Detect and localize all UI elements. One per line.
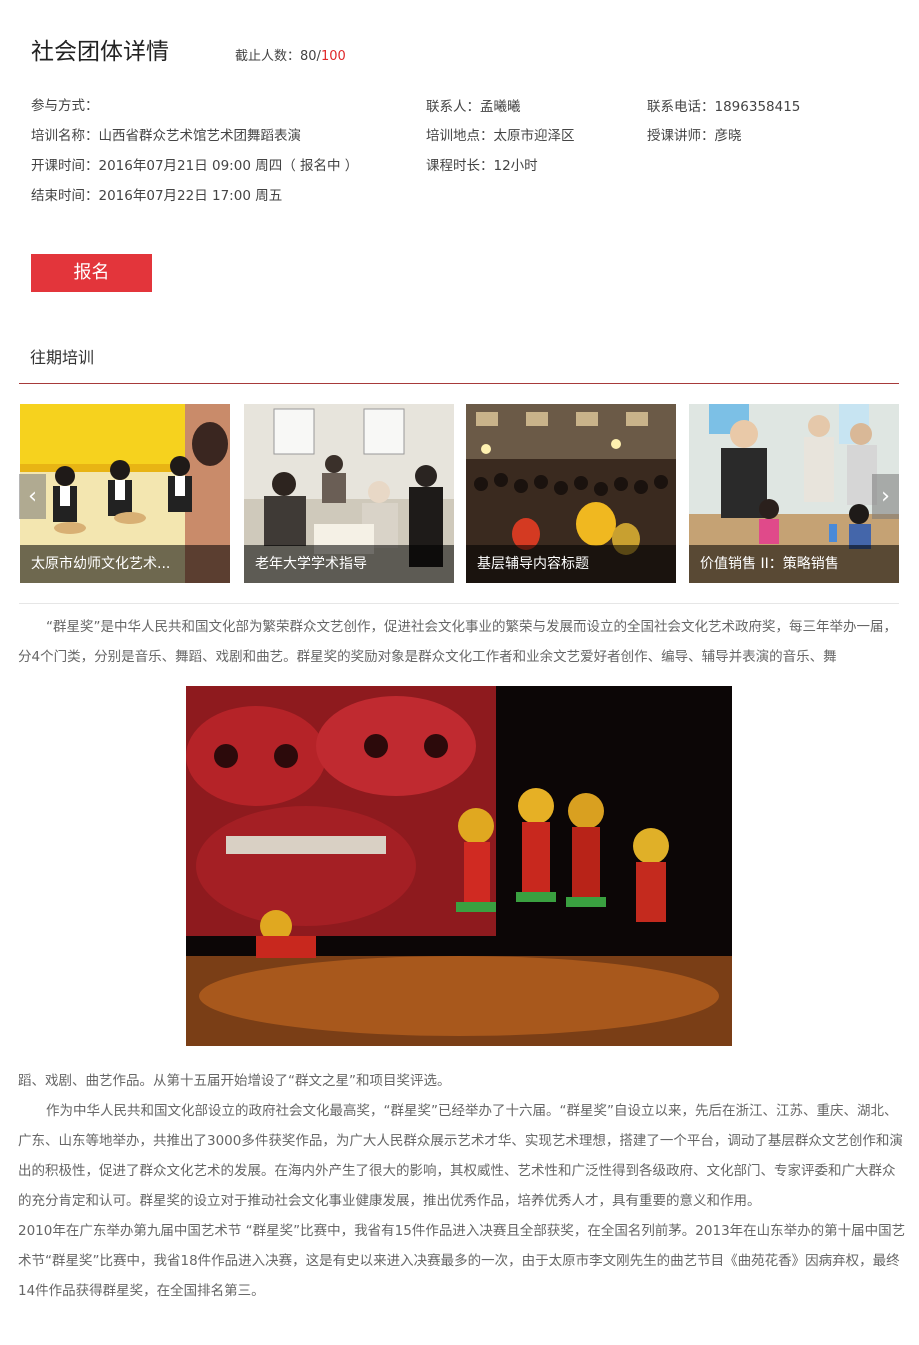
past-training-card[interactable]: 价值销售 II：策略销售 bbox=[689, 404, 899, 583]
past-training-card[interactable]: 老年大学学术指导 bbox=[244, 404, 454, 583]
carousel-prev-button[interactable]: ‹ bbox=[19, 474, 46, 519]
carousel-next-button[interactable]: › bbox=[872, 474, 899, 519]
capacity-indicator: 截止人数：80/100 bbox=[235, 47, 346, 67]
section-divider bbox=[19, 383, 899, 384]
card-caption: 价值销售 II：策略销售 bbox=[689, 545, 899, 583]
article-text: “群星奖”是中华人民共和国文化部为繁荣群众文艺创作，促进社会文化事业的繁荣与发展… bbox=[18, 619, 897, 665]
capacity-max: 100 bbox=[320, 49, 346, 64]
capacity-label: 截止人数： bbox=[235, 49, 301, 64]
instructor: 授课讲师：彦晓 bbox=[647, 128, 742, 144]
participation-mode: 参与方式： bbox=[31, 98, 99, 114]
contact-phone: 联系电话：1896358415 bbox=[647, 99, 801, 115]
article-text: 蹈、戏剧、曲艺作品。从第十五届开始增设了“群文之星”和项目奖评选。 bbox=[18, 1073, 451, 1089]
performance-photo bbox=[186, 686, 732, 1046]
training-name: 培训名称：山西省群众艺术馆艺术团舞蹈表演 bbox=[31, 128, 301, 144]
end-time: 结束时间：2016年07月22日 17:00 周五 bbox=[31, 188, 283, 204]
article-text: 作为中华人民共和国文化部设立的政府社会文化最高奖，“群星奖”已经举办了十六届。“… bbox=[18, 1103, 903, 1209]
article-text: 2010年在广东举办第九届中国艺术节 “群星奖”比赛中，我省有15件作品进入决赛… bbox=[18, 1223, 906, 1299]
card-caption: 太原市幼师文化艺术... bbox=[20, 545, 230, 583]
card-caption: 老年大学学术指导 bbox=[244, 545, 454, 583]
content-divider bbox=[19, 603, 899, 604]
article-body: 蹈、戏剧、曲艺作品。从第十五届开始增设了“群文之星”和项目奖评选。 作为中华人民… bbox=[18, 1066, 908, 1306]
signup-button[interactable]: 报名 bbox=[31, 254, 152, 292]
start-time: 开课时间：2016年07月21日 09:00 周四（ 报名中 ） bbox=[31, 158, 359, 174]
card-caption: 基层辅导内容标题 bbox=[466, 545, 676, 583]
past-trainings-title: 往期培训 bbox=[30, 348, 95, 367]
dance-performance-image bbox=[186, 686, 732, 1046]
capacity-current: 80/ bbox=[300, 49, 321, 64]
article-paragraph: “群星奖”是中华人民共和国文化部为繁荣群众文艺创作，促进社会文化事业的繁荣与发展… bbox=[18, 612, 908, 672]
past-training-card[interactable]: 太原市幼师文化艺术... bbox=[20, 404, 230, 583]
contact-person: 联系人：孟曦曦 bbox=[426, 99, 521, 115]
course-duration: 课程时长：12小时 bbox=[426, 158, 538, 174]
training-location: 培训地点：太原市迎泽区 bbox=[426, 128, 575, 144]
past-training-card[interactable]: 基层辅导内容标题 bbox=[466, 404, 676, 583]
page-title: 社会团体详情 bbox=[31, 39, 169, 65]
